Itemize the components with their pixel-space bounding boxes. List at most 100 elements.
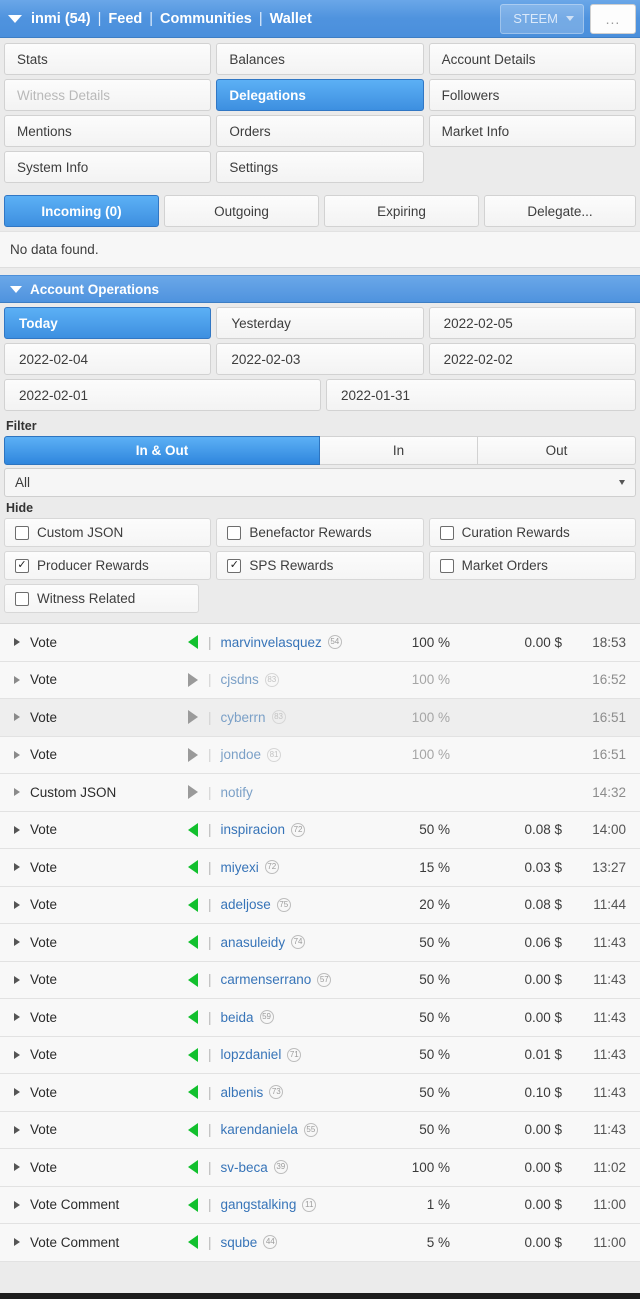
filter-out[interactable]: Out	[478, 436, 636, 465]
table-row[interactable]: Vote | cyberrn 83 100 % 16:51	[0, 699, 640, 737]
tab-mentions[interactable]: Mentions	[4, 115, 212, 147]
tab-followers[interactable]: Followers	[428, 79, 636, 111]
tab-delegations[interactable]: Delegations	[216, 79, 424, 111]
delegation-tab-outgoing[interactable]: Outgoing	[164, 195, 319, 227]
nav-link-wallet[interactable]: Wallet	[270, 11, 312, 27]
account-link[interactable]: miyexi	[221, 860, 259, 875]
expand-caret-icon[interactable]	[14, 638, 20, 647]
date-button-2022-01-31[interactable]: 2022-01-31	[326, 379, 636, 411]
table-row[interactable]: Vote | inspiracion 72 50 % 0.08 $ 14:00	[0, 811, 640, 849]
expand-caret-icon[interactable]	[14, 1088, 20, 1097]
expand-caret-icon[interactable]	[14, 750, 20, 759]
table-row[interactable]: Vote | carmenserrano 57 50 % 0.00 $ 11:43	[0, 961, 640, 999]
date-button-2022-02-02[interactable]: 2022-02-02	[428, 343, 636, 375]
overflow-menu-button[interactable]: ...	[590, 3, 636, 34]
expand-caret-icon[interactable]	[14, 713, 20, 722]
column-divider: |	[208, 934, 212, 950]
table-row[interactable]: Vote | karendaniela 55 50 % 0.00 $ 11:43	[0, 1111, 640, 1149]
expand-caret-icon[interactable]	[14, 825, 20, 834]
table-row[interactable]: Vote | beida 59 50 % 0.00 $ 11:43	[0, 999, 640, 1037]
nav-link-communities[interactable]: Communities	[160, 11, 252, 27]
account-menu-caret-icon[interactable]	[8, 14, 22, 23]
expand-caret-icon[interactable]	[14, 1050, 20, 1059]
account-link[interactable]: jondoe	[221, 747, 262, 762]
account-link[interactable]: beida	[221, 1010, 254, 1025]
account-link[interactable]: notify	[221, 785, 253, 800]
table-row[interactable]: Vote | anasuleidy 74 50 % 0.06 $ 11:43	[0, 924, 640, 962]
expand-caret-icon[interactable]	[14, 1013, 20, 1022]
token-selector[interactable]: STEEM	[500, 3, 584, 34]
operation-type-select[interactable]: All	[4, 468, 636, 497]
hide-checkbox-benefactor-rewards[interactable]: Benefactor Rewards	[216, 518, 424, 547]
nav-link-feed[interactable]: Feed	[108, 11, 142, 27]
date-button-2022-02-01[interactable]: 2022-02-01	[4, 379, 321, 411]
account-link[interactable]: albenis	[221, 1085, 264, 1100]
date-button-today[interactable]: Today	[4, 307, 212, 339]
date-button-yesterday[interactable]: Yesterday	[216, 307, 424, 339]
table-row[interactable]: Custom JSON | notify 14:32	[0, 774, 640, 812]
expand-caret-icon[interactable]	[14, 1163, 20, 1172]
date-button-2022-02-03[interactable]: 2022-02-03	[216, 343, 424, 375]
account-link[interactable]: karendaniela	[221, 1122, 298, 1137]
account-link[interactable]: carmenserrano	[221, 972, 312, 987]
hide-checkbox-producer-rewards[interactable]: ✓ Producer Rewards	[4, 551, 212, 580]
table-row[interactable]: Vote Comment | gangstalking 11 1 % 0.00 $ 11:0…	[0, 1186, 640, 1224]
date-button-2022-02-05[interactable]: 2022-02-05	[428, 307, 636, 339]
table-row[interactable]: Vote | miyexi 72 15 % 0.03 $ 13:27	[0, 849, 640, 887]
account-link[interactable]: anasuleidy	[221, 935, 286, 950]
delegation-tab-incoming[interactable]: Incoming (0)	[4, 195, 159, 227]
account-link[interactable]: cjsdns	[221, 672, 259, 687]
expand-caret-icon[interactable]	[14, 788, 20, 797]
operation-timestamp: 16:51	[592, 709, 626, 725]
delegation-tab-delegate[interactable]: Delegate...	[484, 195, 636, 227]
account-link[interactable]: marvinvelasquez	[221, 635, 322, 650]
table-row[interactable]: Vote | jondoe 81 100 % 16:51	[0, 736, 640, 774]
account-link[interactable]: inspiracion	[221, 822, 286, 837]
tab-orders[interactable]: Orders	[216, 115, 424, 147]
tab-stats[interactable]: Stats	[4, 43, 212, 75]
account-link[interactable]: gangstalking	[221, 1197, 297, 1212]
table-row[interactable]: Vote Comment | sqube 44 5 % 0.00 $ 11:00	[0, 1224, 640, 1262]
table-row[interactable]: Vote | albenis 73 50 % 0.10 $ 11:43	[0, 1074, 640, 1112]
account-link[interactable]: cyberrn	[221, 710, 266, 725]
filter-in-and-out[interactable]: In & Out	[4, 436, 320, 465]
operation-value: 0.08 $	[524, 897, 562, 913]
expand-caret-icon[interactable]	[14, 1125, 20, 1134]
hide-checkbox-custom-json[interactable]: Custom JSON	[4, 518, 212, 547]
collapse-caret-icon[interactable]	[10, 285, 22, 293]
tab-account-details[interactable]: Account Details	[428, 43, 636, 75]
operation-timestamp: 13:27	[592, 859, 626, 875]
hide-checkbox-market-orders[interactable]: Market Orders	[428, 551, 636, 580]
account-link[interactable]: adeljose	[221, 897, 271, 912]
table-row[interactable]: Vote | cjsdns 83 100 % 16:52	[0, 661, 640, 699]
account-operations-header[interactable]: Account Operations	[0, 275, 640, 303]
reputation-badge: 72	[264, 860, 279, 875]
account-link[interactable]: sv-beca	[221, 1160, 268, 1175]
tab-balances[interactable]: Balances	[216, 43, 424, 75]
hide-checkbox-sps-rewards[interactable]: ✓ SPS Rewards	[216, 551, 424, 580]
delegation-tab-expiring[interactable]: Expiring	[324, 195, 479, 227]
expand-caret-icon[interactable]	[14, 863, 20, 872]
tab-system-info[interactable]: System Info	[4, 151, 212, 183]
tab-market-info[interactable]: Market Info	[428, 115, 636, 147]
header-account-name[interactable]: inmi (54)	[31, 11, 91, 27]
bottom-scrollbar[interactable]	[0, 1293, 640, 1299]
table-row[interactable]: Vote | marvinvelasquez 54 100 % 0.00 $ 18:53	[0, 624, 640, 662]
expand-caret-icon[interactable]	[14, 900, 20, 909]
expand-caret-icon[interactable]	[14, 938, 20, 947]
expand-caret-icon[interactable]	[14, 1200, 20, 1209]
table-row[interactable]: Vote | sv-beca 39 100 % 0.00 $ 11:02	[0, 1149, 640, 1187]
date-button-2022-02-04[interactable]: 2022-02-04	[4, 343, 212, 375]
expand-caret-icon[interactable]	[14, 675, 20, 684]
account-link[interactable]: lopzdaniel	[221, 1047, 282, 1062]
expand-caret-icon[interactable]	[14, 1238, 20, 1247]
expand-caret-icon[interactable]	[14, 975, 20, 984]
hide-checkbox-curation-rewards[interactable]: Curation Rewards	[428, 518, 636, 547]
table-row[interactable]: Vote | adeljose 75 20 % 0.08 $ 11:44	[0, 886, 640, 924]
hide-checkbox-witness-related[interactable]: Witness Related	[4, 584, 199, 613]
table-row[interactable]: Vote | lopzdaniel 71 50 % 0.01 $ 11:43	[0, 1036, 640, 1074]
account-link[interactable]: sqube	[221, 1235, 258, 1250]
checkbox-icon	[15, 525, 29, 540]
tab-settings[interactable]: Settings	[216, 151, 424, 183]
filter-in[interactable]: In	[320, 436, 478, 465]
